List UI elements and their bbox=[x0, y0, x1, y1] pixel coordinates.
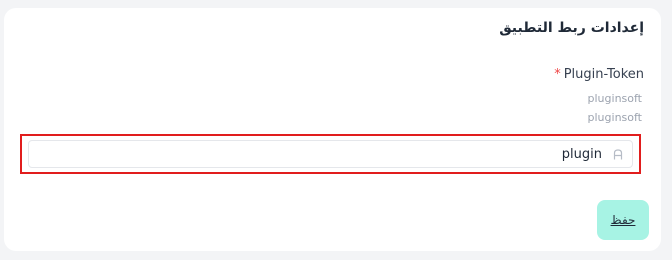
plugin-token-label-text: Plugin-Token bbox=[563, 67, 644, 82]
plugin-token-label: * Plugin-Token bbox=[554, 67, 644, 82]
page-title: إعدادات ربط التطبيق bbox=[499, 20, 644, 36]
settings-card: إعدادات ربط التطبيق * Plugin-Token plugin… bbox=[4, 8, 661, 251]
highlight-box bbox=[20, 134, 641, 174]
save-button[interactable]: حفظ bbox=[597, 200, 649, 240]
plugin-token-input[interactable] bbox=[42, 146, 612, 162]
plugin-token-field[interactable] bbox=[28, 140, 633, 168]
text-field-icon bbox=[612, 148, 624, 160]
helper-text: pluginsoft bbox=[587, 92, 642, 105]
helper-text: pluginsoft bbox=[587, 111, 642, 124]
required-mark: * bbox=[554, 67, 561, 82]
